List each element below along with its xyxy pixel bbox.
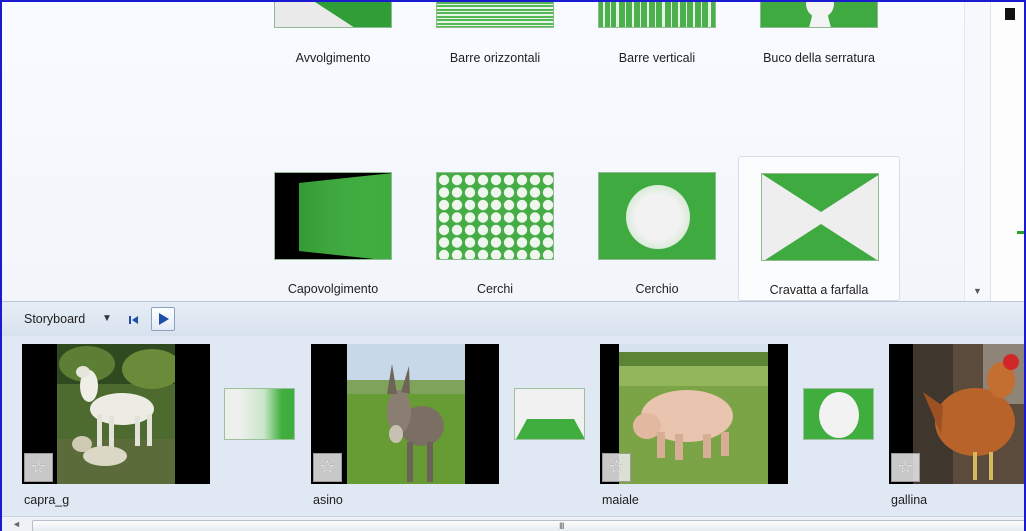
- storyboard-dropdown-icon[interactable]: ▼: [102, 313, 112, 324]
- storyboard-panel: Storyboard ▼ ☆ capra_g ☆ asino ☆ maiale …: [2, 301, 1024, 531]
- transition-label: Cravatta a farfalla: [769, 283, 869, 297]
- scroll-left-arrow-icon[interactable]: ◄: [12, 519, 21, 529]
- transition-cerchio[interactable]: Cerchio: [576, 156, 738, 301]
- storyboard-toolbar: Storyboard ▼: [2, 302, 1024, 336]
- app-window: Avvolgimento Barre orizzontali Barre ver…: [0, 0, 1026, 531]
- transition-label: Barre orizzontali: [449, 51, 541, 65]
- transition-capovolgimento[interactable]: Capovolgimento: [252, 156, 414, 301]
- storyboard-label: Storyboard: [24, 312, 86, 326]
- clip-asino[interactable]: ☆: [311, 344, 499, 484]
- capovolgimento-thumbnail: [274, 172, 392, 260]
- transition-avvolgimento[interactable]: Avvolgimento: [252, 2, 414, 84]
- transition-barre-verticali[interactable]: Barre verticali: [576, 2, 738, 84]
- preview-fragment: [1017, 231, 1024, 234]
- hen-photo: [913, 344, 1024, 484]
- transition-label: Capovolgimento: [287, 282, 379, 296]
- skip-to-start-icon[interactable]: [124, 311, 142, 329]
- scrollbar-grip-icon: III: [559, 521, 564, 531]
- clip-gallina[interactable]: ☆: [889, 344, 1024, 484]
- gallery-vertical-scrollbar[interactable]: ▼: [964, 2, 990, 301]
- clip-border: [768, 344, 788, 484]
- clip-label: gallina: [891, 493, 928, 507]
- transition-slot-2[interactable]: [514, 388, 585, 440]
- clip-label: asino: [313, 493, 343, 507]
- clip-maiale[interactable]: ☆: [600, 344, 788, 484]
- pig-photo: [619, 344, 769, 484]
- transition-cerchi[interactable]: Cerchi: [414, 156, 576, 301]
- transition-buco-della-serratura[interactable]: Buco della serratura: [738, 2, 900, 84]
- play-button[interactable]: [151, 307, 175, 331]
- scrollbar-thumb[interactable]: III: [32, 520, 1024, 531]
- cerchi-thumbnail: [436, 172, 554, 260]
- star-icon[interactable]: ☆: [602, 453, 631, 482]
- preview-fragment: [1005, 8, 1015, 20]
- transition-slot-1[interactable]: [224, 388, 295, 440]
- cravatta-a-farfalla-thumbnail: [761, 173, 879, 261]
- transition-barre-orizzontali[interactable]: Barre orizzontali: [414, 2, 576, 84]
- transition-label: Buco della serratura: [763, 51, 875, 65]
- transitions-gallery: Avvolgimento Barre orizzontali Barre ver…: [2, 2, 990, 301]
- donkey-photo: [347, 344, 465, 484]
- barre-orizzontali-thumbnail: [436, 2, 554, 28]
- avvolgimento-thumbnail: [274, 2, 392, 28]
- storyboard-horizontal-scrollbar[interactable]: ◄ III: [2, 516, 1024, 531]
- barre-verticali-thumbnail: [598, 2, 716, 28]
- star-icon[interactable]: ☆: [891, 453, 920, 482]
- star-icon[interactable]: ☆: [24, 453, 53, 482]
- preview-pane: [990, 2, 1024, 301]
- transition-label: Barre verticali: [618, 51, 696, 65]
- goat-photo: [57, 344, 175, 484]
- clip-capra-g[interactable]: ☆: [22, 344, 210, 484]
- transition-label: Cerchi: [476, 282, 514, 296]
- transition-cravatta-a-farfalla[interactable]: Cravatta a farfalla: [738, 156, 900, 301]
- buco-della-serratura-thumbnail: [760, 2, 878, 28]
- clip-label: capra_g: [24, 493, 70, 507]
- clip-label: maiale: [602, 493, 639, 507]
- transition-label: Avvolgimento: [295, 51, 371, 65]
- cerchio-thumbnail: [598, 172, 716, 260]
- transition-label: Cerchio: [635, 282, 679, 296]
- scroll-down-arrow-icon[interactable]: ▼: [973, 286, 982, 296]
- transition-slot-3[interactable]: [803, 388, 874, 440]
- star-icon[interactable]: ☆: [313, 453, 342, 482]
